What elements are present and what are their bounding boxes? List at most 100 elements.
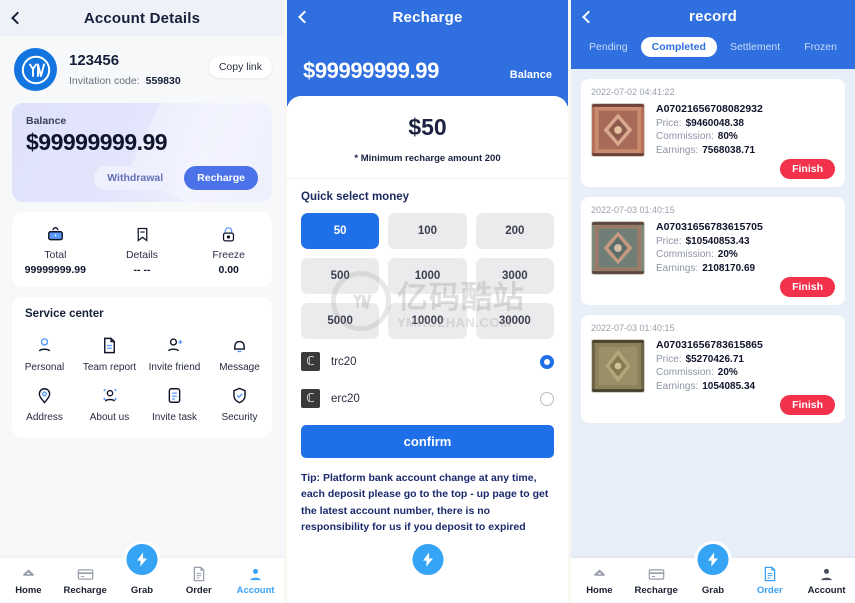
nav-item-order[interactable]: Order [170, 565, 227, 596]
finish-button[interactable]: Finish [780, 277, 835, 297]
record-header: record [571, 0, 855, 33]
recharge-header: Recharge [287, 0, 568, 34]
service-address[interactable]: Address [12, 376, 77, 426]
confirm-button[interactable]: confirm [301, 425, 554, 458]
service-center-card: Service center Personal Team report Invi… [12, 297, 272, 438]
payment-option-trc20[interactable]: ℂ trc20 [287, 343, 568, 380]
task-list-icon [142, 383, 207, 407]
price-label: Price: [656, 235, 682, 247]
nav-item-recharge[interactable]: Recharge [57, 565, 114, 596]
page-title: Account Details [83, 9, 201, 27]
quick-amount-button[interactable]: 500 [301, 258, 380, 294]
stat-value: -- -- [133, 264, 151, 276]
quick-amount-button[interactable]: 30000 [475, 303, 554, 339]
commission-value: 80% [717, 131, 738, 142]
stat-details[interactable]: Details -- -- [99, 223, 186, 276]
back-icon[interactable] [582, 10, 595, 23]
stats-card: Total 99999999.99 Details -- -- Freeze 0… [12, 212, 272, 287]
earnings-row: Earnings: 2108170.69 [656, 263, 835, 274]
nav-item-account[interactable]: Account [227, 565, 284, 596]
price-value: $5270426.71 [685, 353, 744, 365]
back-icon[interactable] [298, 10, 311, 24]
quick-amount-button[interactable]: 10000 [388, 303, 467, 339]
service-personal[interactable]: Personal [12, 326, 77, 376]
record-main: A07031656783615705 Price: $10540853.43 Co… [591, 221, 835, 275]
location-pin-icon [12, 383, 77, 407]
grab-fab-button[interactable] [123, 541, 161, 578]
record-panel: record Pending Completed Settlement Froz… [571, 0, 855, 603]
record-main: A07031656783615865 Price: $5270426.71 Com… [591, 339, 835, 393]
price-row: Price: $10540853.43 [656, 236, 835, 247]
shield-check-icon [207, 383, 272, 407]
withdrawal-button[interactable]: Withdrawal [94, 166, 177, 190]
service-invite-task[interactable]: Invite task [142, 376, 207, 426]
price-row: Price: $9460048.38 [656, 118, 835, 129]
service-security[interactable]: Security [207, 376, 272, 426]
record-main: A07021656708082932 Price: $9460048.38 Com… [591, 103, 835, 157]
service-label: Invite task [151, 412, 198, 423]
account-header: Account Details [0, 0, 284, 36]
nav-item-recharge[interactable]: Recharge [628, 565, 685, 596]
avatar [14, 48, 57, 91]
service-invite-friend[interactable]: Invite friend [142, 326, 207, 376]
service-label: Team report [82, 362, 137, 373]
radio-trc20[interactable] [540, 354, 554, 369]
nav-item-order[interactable]: Order [741, 565, 798, 596]
home-icon [571, 565, 628, 583]
finish-button[interactable]: Finish [780, 395, 835, 415]
order-id: A07031656783615705 [656, 221, 763, 233]
user-id: 123456 [69, 51, 120, 69]
copy-link-button[interactable]: Copy link [208, 56, 272, 78]
bell-icon [207, 333, 272, 357]
service-team-report[interactable]: Team report [77, 326, 142, 376]
payment-label: erc20 [331, 392, 360, 405]
commission-value: 20% [717, 249, 738, 260]
tab-frozen[interactable]: Frozen [793, 37, 848, 57]
tab-completed[interactable]: Completed [640, 37, 717, 57]
profile-section: 123456 Invitation code: 559830 Copy link [10, 36, 274, 101]
service-label: Invite friend [148, 362, 201, 373]
service-message[interactable]: Message [207, 326, 272, 376]
record-footer: Finish [591, 395, 835, 415]
record-card: 2022-07-03 01:40:15 [581, 197, 845, 305]
grab-fab-button[interactable] [409, 541, 446, 578]
finish-button[interactable]: Finish [780, 159, 835, 179]
account-person-icon [227, 565, 284, 583]
person-add-icon [142, 333, 207, 357]
radio-erc20[interactable] [540, 391, 554, 406]
record-info: A07031656783615865 Price: $5270426.71 Com… [656, 339, 835, 393]
earnings-value: 2108170.69 [702, 262, 756, 274]
order-id: A07031656783615865 [656, 339, 763, 351]
document-icon [77, 333, 142, 357]
back-icon[interactable] [11, 11, 24, 25]
tab-pending[interactable]: Pending [578, 37, 639, 57]
product-thumbnail [591, 103, 645, 157]
balance-label: Balance [509, 69, 552, 81]
record-time: 2022-07-03 01:40:15 [591, 205, 675, 215]
tab-settlement[interactable]: Settlement [719, 37, 791, 57]
record-list: 2022-07-02 04:41:22 A07021656708082932 P… [571, 69, 855, 423]
stat-total[interactable]: Total 99999999.99 [12, 223, 99, 276]
quick-amount-button[interactable]: 200 [475, 213, 554, 249]
quick-amount-button[interactable]: 50 [301, 213, 380, 249]
payment-option-erc20[interactable]: ℂ erc20 [287, 380, 568, 417]
quick-amount-button[interactable]: 3000 [475, 258, 554, 294]
card-icon [57, 565, 114, 583]
quick-amount-button[interactable]: 100 [388, 213, 467, 249]
quick-amount-button[interactable]: 1000 [388, 258, 467, 294]
quick-select-title: Quick select money [301, 191, 410, 203]
quick-amount-button[interactable]: 5000 [301, 303, 380, 339]
recharge-button[interactable]: Recharge [184, 166, 258, 190]
amount-box: $50 * Minimum recharge amount 200 [287, 96, 568, 179]
nav-item-home[interactable]: Home [571, 565, 628, 596]
invitation-row: Invitation code: 559830 [69, 75, 181, 87]
service-about-us[interactable]: About us [77, 376, 142, 426]
stat-freeze[interactable]: Freeze 0.00 [185, 223, 272, 276]
grab-fab-button[interactable] [694, 541, 732, 578]
nav-item-home[interactable]: Home [0, 565, 57, 596]
nav-item-account[interactable]: Account [798, 565, 855, 596]
balance-actions: Withdrawal Recharge [26, 166, 258, 190]
coin-icon: ℂ [301, 352, 320, 371]
price-value: $9460048.38 [685, 117, 744, 129]
balance-amount: $99999999.99 [303, 58, 439, 83]
